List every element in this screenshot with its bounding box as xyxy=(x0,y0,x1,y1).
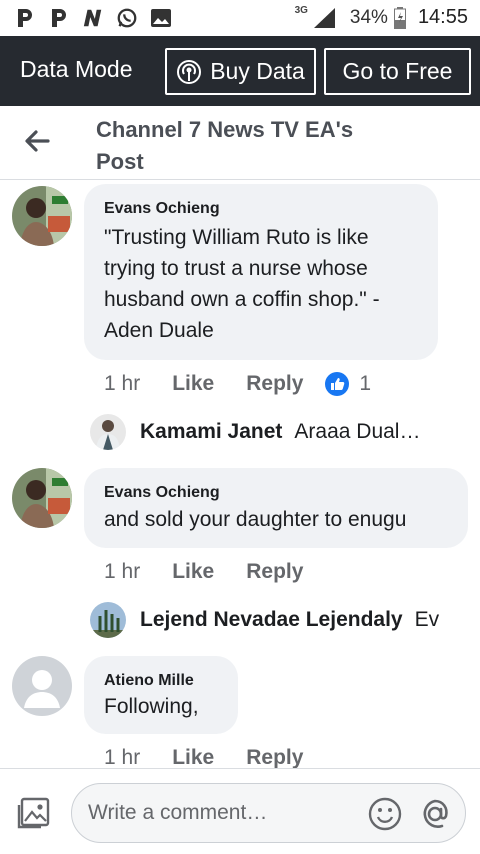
comment-author[interactable]: Atieno Mille xyxy=(104,672,194,690)
avatar xyxy=(90,602,126,638)
comment-text: "Trusting William Ruto is like trying to… xyxy=(104,226,380,342)
comment-actions: 1 hr Like Reply 1 xyxy=(104,372,371,396)
reply-snippet: Ev xyxy=(414,608,440,631)
signal-icon xyxy=(313,7,335,28)
like-button[interactable]: Like xyxy=(172,746,214,770)
network-type: 3G xyxy=(294,5,308,16)
emoji-icon[interactable] xyxy=(368,797,402,831)
comment-composer: Write a comment… xyxy=(0,768,480,854)
photo-icon[interactable] xyxy=(16,797,52,831)
comment-time: 1 hr xyxy=(104,560,141,583)
avatar[interactable] xyxy=(12,656,72,716)
go-to-free-label: Go to Free xyxy=(342,58,453,84)
back-arrow-icon[interactable] xyxy=(22,126,52,156)
buy-data-button[interactable]: Buy Data xyxy=(165,48,316,95)
comment-author[interactable]: Evans Ochieng xyxy=(104,200,220,218)
comment-actions: 1 hr Like Reply xyxy=(104,746,303,770)
comment-text: Following, xyxy=(104,695,199,718)
reply-preview[interactable]: Lejend Nevadae Lejendaly Ev xyxy=(90,602,452,638)
comment-bubble[interactable]: Evans Ochieng "Trusting William Ruto is … xyxy=(84,184,438,360)
go-to-free-button[interactable]: Go to Free xyxy=(324,48,471,95)
like-button[interactable]: Like xyxy=(172,372,214,396)
battery-icon xyxy=(393,6,406,29)
mention-icon[interactable] xyxy=(418,797,452,831)
status-bar: 3G 34% 14:55 xyxy=(0,0,480,36)
reply-preview[interactable]: Kamami Janet Araaa Dual… xyxy=(90,414,460,450)
avatar[interactable] xyxy=(12,186,72,246)
buy-data-label: Buy Data xyxy=(210,58,305,84)
whatsapp-icon xyxy=(116,6,138,30)
p-notification-icon xyxy=(48,6,70,30)
data-mode-bar: Data Mode Buy Data Go to Free xyxy=(0,36,480,106)
comment-author[interactable]: Evans Ochieng xyxy=(104,484,220,502)
comment-bubble[interactable]: Atieno Mille Following, xyxy=(84,656,238,734)
broadcast-icon xyxy=(177,59,202,84)
reaction-count[interactable]: 1 xyxy=(325,372,371,396)
comment-placeholder: Write a comment… xyxy=(88,801,268,824)
comment-text: and sold your daughter to enugu xyxy=(104,508,407,531)
reply-author: Kamami Janet xyxy=(140,420,283,443)
reply-snippet: Araaa Dual… xyxy=(294,420,421,443)
comment-input[interactable]: Write a comment… xyxy=(71,783,466,843)
comment-bubble[interactable]: Evans Ochieng and sold your daughter to … xyxy=(84,468,468,548)
reply-button[interactable]: Reply xyxy=(246,372,303,396)
data-mode-label: Data Mode xyxy=(20,56,133,82)
gallery-icon xyxy=(150,6,172,30)
comment-time: 1 hr xyxy=(104,746,141,769)
n-notification-icon xyxy=(82,6,104,30)
page-title: Channel 7 News TV EA's Post xyxy=(96,117,354,174)
like-button[interactable]: Like xyxy=(172,560,214,584)
post-header: Channel 7 News TV EA's Post xyxy=(0,106,480,180)
clock: 14:55 xyxy=(417,6,468,28)
like-reaction-icon xyxy=(325,372,350,396)
comment-time: 1 hr xyxy=(104,372,141,395)
battery-percent: 34% xyxy=(349,6,388,28)
avatar[interactable] xyxy=(12,468,72,528)
reply-button[interactable]: Reply xyxy=(246,746,303,770)
reply-author: Lejend Nevadae Lejendaly xyxy=(140,608,403,631)
comment-actions: 1 hr Like Reply xyxy=(104,560,303,584)
reaction-number: 1 xyxy=(359,372,372,395)
reply-button[interactable]: Reply xyxy=(246,560,303,584)
p-notification-icon xyxy=(14,6,36,30)
avatar xyxy=(90,414,126,450)
